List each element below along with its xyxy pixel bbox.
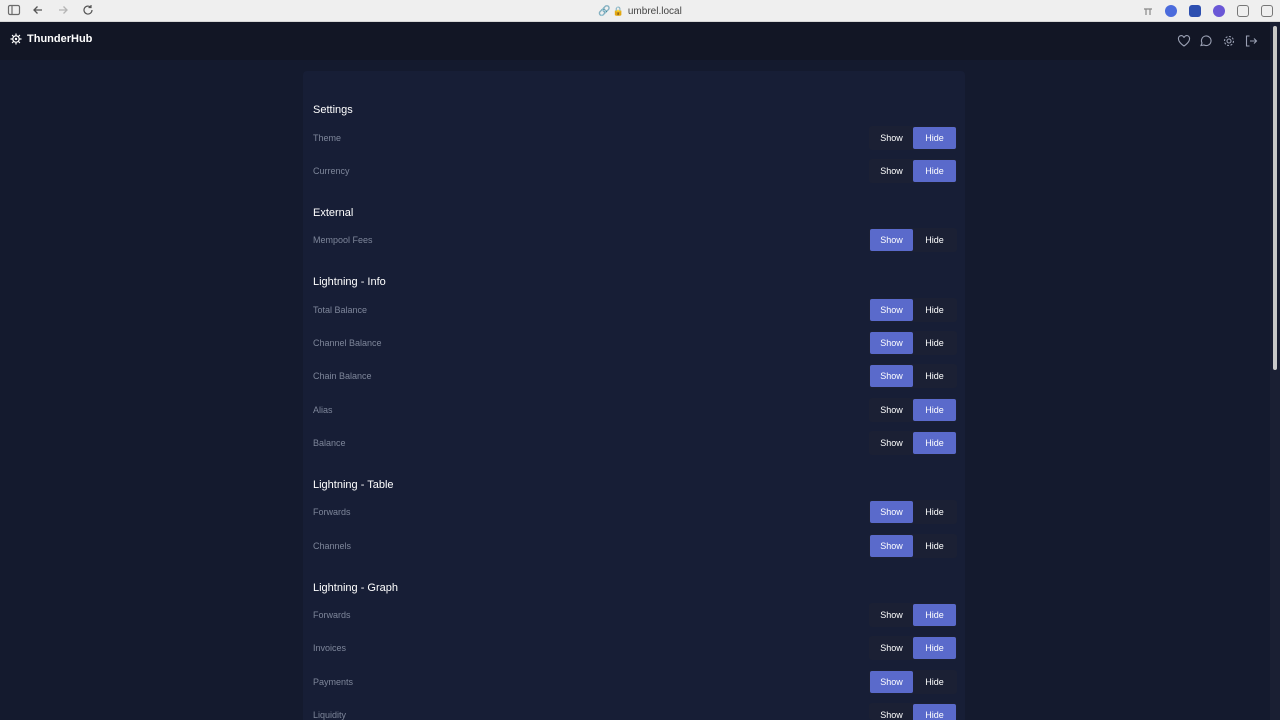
hide-option[interactable]: Hide: [913, 432, 956, 454]
toggle-balance[interactable]: Show Hide: [869, 431, 957, 455]
row-label-invoices: Invoices: [313, 643, 347, 653]
row-label-forwards: Forwards: [313, 507, 351, 517]
hide-option[interactable]: Hide: [913, 365, 956, 387]
link-icon: 🔗: [598, 6, 611, 17]
split-view-icon[interactable]: [1261, 5, 1273, 17]
row-label-total-balance: Total Balance: [313, 305, 368, 315]
hide-option[interactable]: Hide: [913, 671, 956, 693]
toggle-table-forwards[interactable]: Show Hide: [869, 500, 957, 524]
show-option[interactable]: Show: [870, 704, 913, 720]
gear-icon[interactable]: [1222, 34, 1236, 48]
show-option[interactable]: Show: [870, 229, 913, 251]
extension-icon[interactable]: [1213, 5, 1225, 17]
scrollbar-thumb[interactable]: [1273, 26, 1277, 370]
toggle-graph-payments[interactable]: Show Hide: [869, 670, 957, 694]
hide-option[interactable]: Hide: [913, 501, 956, 523]
toggle-currency[interactable]: Show Hide: [869, 159, 957, 183]
app-title: ThunderHub: [27, 33, 93, 45]
row-label-payments: Payments: [313, 677, 354, 687]
toggle-channel-balance[interactable]: Show Hide: [869, 331, 957, 355]
cog-logo-icon: [10, 33, 22, 45]
section-title-lightning-table: Lightning - Table: [313, 479, 394, 491]
hide-option[interactable]: Hide: [913, 332, 956, 354]
show-option[interactable]: Show: [870, 399, 913, 421]
row-label-liquidity: Liquidity: [313, 710, 347, 720]
row-label-theme: Theme: [313, 133, 342, 143]
toggle-graph-forwards[interactable]: Show Hide: [869, 603, 957, 627]
toggle-theme[interactable]: Show Hide: [869, 126, 957, 150]
show-option[interactable]: Show: [870, 332, 913, 354]
show-option[interactable]: Show: [870, 127, 913, 149]
row-label-alias: Alias: [313, 405, 333, 415]
browser-toolbar: 🔗 🔒 umbrel.local: [0, 0, 1280, 22]
app-header: ThunderHub: [0, 22, 1270, 60]
address-bar[interactable]: 🔗 🔒 umbrel.local: [0, 3, 1280, 20]
heart-icon[interactable]: [1177, 34, 1191, 48]
row-label-mempool-fees: Mempool Fees: [313, 235, 373, 245]
show-option[interactable]: Show: [870, 604, 913, 626]
extension-icon[interactable]: [1142, 5, 1154, 17]
hide-option[interactable]: Hide: [913, 535, 956, 557]
logout-icon[interactable]: [1244, 34, 1258, 48]
hide-option[interactable]: Hide: [913, 399, 956, 421]
hide-option[interactable]: Hide: [913, 604, 956, 626]
toggle-total-balance[interactable]: Show Hide: [869, 298, 957, 322]
section-title-lightning-info: Lightning - Info: [313, 276, 386, 288]
show-option[interactable]: Show: [870, 535, 913, 557]
section-title-external: External: [313, 207, 354, 219]
url-text: umbrel.local: [627, 6, 682, 17]
show-option[interactable]: Show: [870, 365, 913, 387]
section-title-lightning-graph: Lightning - Graph: [313, 582, 398, 594]
extension-icon[interactable]: [1165, 5, 1177, 17]
show-option[interactable]: Show: [870, 160, 913, 182]
show-option[interactable]: Show: [870, 637, 913, 659]
show-option[interactable]: Show: [870, 501, 913, 523]
lock-icon: 🔒: [612, 6, 624, 16]
toggle-graph-invoices[interactable]: Show Hide: [869, 636, 957, 660]
show-option[interactable]: Show: [870, 432, 913, 454]
hide-option[interactable]: Hide: [913, 160, 956, 182]
toggle-alias[interactable]: Show Hide: [869, 398, 957, 422]
row-label-chain-balance: Chain Balance: [313, 371, 372, 381]
toggle-table-channels[interactable]: Show Hide: [869, 534, 957, 558]
extension-icon[interactable]: [1189, 5, 1201, 17]
reader-icon[interactable]: [1237, 5, 1249, 17]
hide-option[interactable]: Hide: [913, 127, 956, 149]
section-title-settings: Settings: [313, 104, 353, 116]
settings-card: [303, 71, 965, 720]
hide-option[interactable]: Hide: [913, 299, 956, 321]
hide-option[interactable]: Hide: [913, 704, 956, 720]
row-label-channel-balance: Channel Balance: [313, 338, 382, 348]
show-option[interactable]: Show: [870, 299, 913, 321]
page-scrollbar[interactable]: [1270, 22, 1280, 720]
toggle-graph-liquidity[interactable]: Show Hide: [869, 703, 957, 720]
show-option[interactable]: Show: [870, 671, 913, 693]
toggle-mempool-fees[interactable]: Show Hide: [869, 228, 957, 252]
toggle-chain-balance[interactable]: Show Hide: [869, 364, 957, 388]
row-label-channels: Channels: [313, 541, 352, 551]
row-label-balance: Balance: [313, 438, 346, 448]
hide-option[interactable]: Hide: [913, 229, 956, 251]
brand[interactable]: ThunderHub: [10, 33, 92, 45]
row-label-currency: Currency: [313, 166, 350, 176]
hide-option[interactable]: Hide: [913, 637, 956, 659]
row-label-forwards: Forwards: [313, 610, 351, 620]
chat-icon[interactable]: [1199, 34, 1213, 48]
